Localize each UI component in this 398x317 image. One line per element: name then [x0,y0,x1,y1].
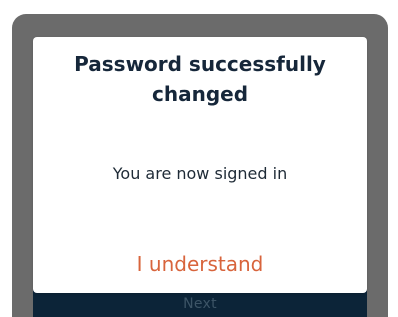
dialog-message: You are now signed in [112,164,288,183]
next-button-label: Next [183,295,217,312]
password-changed-dialog: Password successfully changed You are no… [33,37,367,293]
app-screen: Next Password successfully changed You a… [0,0,398,317]
i-understand-button[interactable]: I understand [93,247,307,281]
dialog-title: Password successfully changed [74,52,326,106]
